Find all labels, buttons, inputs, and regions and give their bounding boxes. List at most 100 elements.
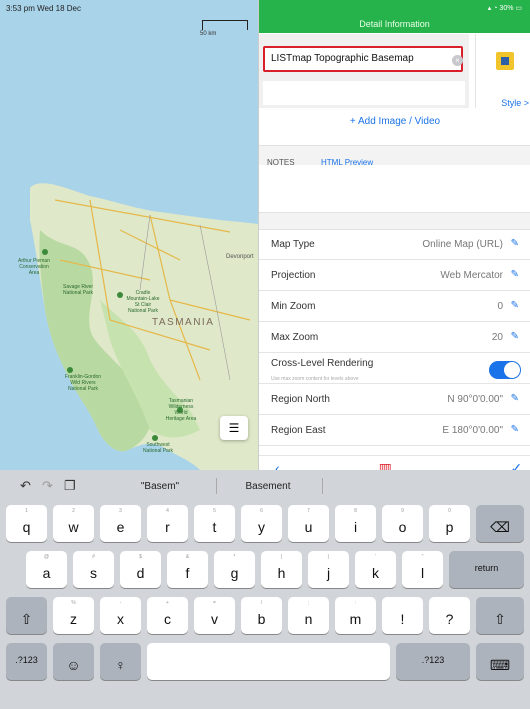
key-char: u (304, 519, 313, 535)
numbers-key-right[interactable]: .?123 (396, 643, 470, 680)
key-s[interactable]: # s (73, 551, 114, 588)
panel-title: Detail Information (359, 19, 430, 29)
name-input[interactable]: LISTmap Topographic Basemap (263, 46, 463, 72)
notes-textarea[interactable] (259, 166, 530, 212)
clear-icon[interactable]: × (452, 55, 463, 66)
backspace-icon: ⌫ (490, 519, 510, 535)
key-char: s (90, 565, 97, 581)
key-z[interactable]: % z (53, 597, 94, 634)
key-r[interactable]: 4r (147, 505, 188, 542)
key-hint: @ (43, 554, 50, 560)
row-label: Region North (271, 394, 330, 405)
key-hint: 4 (166, 508, 169, 514)
key-i[interactable]: 8i (335, 505, 376, 542)
map-scale-bar (202, 20, 248, 30)
key-v[interactable]: = v (194, 597, 235, 634)
key-u[interactable]: 7u (288, 505, 329, 542)
key-h[interactable]: (h (261, 551, 302, 588)
key-char: p (445, 519, 454, 535)
row-projection[interactable]: Projection Web Mercator ✎ (259, 261, 530, 291)
key-hint: * (233, 554, 236, 560)
key-b[interactable]: / b (241, 597, 282, 634)
key-a[interactable]: @ a (26, 551, 67, 588)
key-y[interactable]: 6y (241, 505, 282, 542)
key-hint: + (166, 600, 169, 606)
add-image-video-button[interactable]: + Add Image / Video (259, 116, 530, 127)
key-o[interactable]: 9o (382, 505, 423, 542)
row-label: Min Zoom (271, 301, 316, 312)
key-e[interactable]: 3e (100, 505, 141, 542)
key-exclamation[interactable]: ! (382, 597, 423, 634)
clipboard-icon[interactable]: ❐ (64, 478, 76, 494)
edit-icon[interactable]: ✎ (511, 393, 519, 404)
redo-icon[interactable]: ↷ (42, 478, 53, 494)
shift-key-left[interactable]: ⇧ (6, 597, 47, 634)
suggestion-2[interactable]: Basement (218, 481, 318, 492)
key-f[interactable]: & f (167, 551, 208, 588)
suggestion-divider (322, 478, 323, 494)
key-c[interactable]: + c (147, 597, 188, 634)
suggestion-1[interactable]: "Basem" (110, 481, 210, 492)
name-section: LISTmap Topographic Basemap (259, 34, 469, 108)
undo-icon[interactable]: ↶ (20, 478, 31, 494)
dictation-key[interactable]: ♀ (100, 643, 141, 680)
edit-icon[interactable]: ✎ (511, 331, 519, 342)
layers-button[interactable]: ☰ (220, 416, 248, 440)
backspace-key[interactable]: ⌫ (476, 505, 524, 542)
key-k[interactable]: ' k (355, 551, 396, 588)
map-label-southwest: Southwest National Park (142, 442, 173, 454)
key-hint: ; (307, 600, 310, 606)
key-char: w (68, 519, 79, 535)
edit-icon[interactable]: ✎ (511, 238, 519, 249)
key-m[interactable]: :m (335, 597, 376, 634)
row-sublabel: Use max zoom content for levels above (271, 376, 359, 382)
row-value: Online Map (URL) (422, 239, 503, 250)
key-x[interactable]: -x (100, 597, 141, 634)
row-min-zoom[interactable]: Min Zoom 0 ✎ (259, 292, 530, 322)
map-view[interactable]: 3:53 pm Wed 18 Dec 50 km Arthur Pieman C… (0, 0, 258, 470)
row-map-type[interactable]: Map Type Online Map (URL) ✎ (259, 230, 530, 260)
description-input[interactable] (263, 81, 465, 105)
return-key[interactable]: return (449, 551, 524, 588)
row-region-north[interactable]: Region North N 90°0'0.00" ✎ (259, 385, 530, 415)
key-g[interactable]: * g (214, 551, 255, 588)
map-label-conservation: Arthur Pieman Conservation Area (18, 258, 50, 276)
key-t[interactable]: 5t (194, 505, 235, 542)
style-button[interactable]: Style > (475, 34, 530, 108)
key-d[interactable]: $ d (120, 551, 161, 588)
row-value: Web Mercator (440, 270, 503, 281)
edit-icon[interactable]: ✎ (511, 269, 519, 280)
key-question[interactable]: ? (429, 597, 470, 634)
key-w[interactable]: 2w (53, 505, 94, 542)
emoji-key[interactable]: ☺ (53, 643, 94, 680)
status-time-date: 3:53 pm Wed 18 Dec (6, 4, 82, 13)
key-char: z (70, 611, 77, 627)
row-value: N 90°0'0.00" (447, 394, 503, 405)
numbers-key-left[interactable]: .?123 (6, 643, 47, 680)
suggestion-bar: ↶ ↷ ❐ "Basem" Basement (0, 470, 530, 503)
key-q[interactable]: 1q (6, 505, 47, 542)
key-l[interactable]: " l (402, 551, 443, 588)
key-p[interactable]: 0p (429, 505, 470, 542)
notes-tabs: NOTES HTML Preview (259, 145, 530, 167)
row-max-zoom[interactable]: Max Zoom 20 ✎ (259, 323, 530, 353)
edit-icon[interactable]: ✎ (511, 300, 519, 311)
onscreen-keyboard: ↶ ↷ ❐ "Basem" Basement 1q 2w 3e 4r 5t 6y… (0, 470, 530, 709)
cross-level-toggle[interactable] (489, 361, 521, 379)
shift-key-right[interactable]: ⇧ (476, 597, 524, 634)
space-key[interactable] (147, 643, 390, 680)
style-link[interactable]: Style > (501, 98, 529, 108)
key-char: g (230, 565, 239, 581)
map-label-wilderness: Tasmanian Wilderness World Heritage Area (165, 398, 197, 422)
key-char: e (116, 519, 125, 535)
section-divider (259, 212, 530, 230)
row-region-east[interactable]: Region East E 180°0'0.00" ✎ (259, 416, 530, 446)
key-char: j (326, 565, 331, 581)
key-n[interactable]: ; n (288, 597, 329, 634)
key-char: d (136, 565, 145, 581)
key-j[interactable]: ) j (308, 551, 349, 588)
map-label-devonport: Devonport (226, 254, 254, 260)
hide-keyboard-key[interactable]: ⌨ (476, 643, 524, 680)
edit-icon[interactable]: ✎ (511, 424, 519, 435)
shift-icon: ⇧ (20, 611, 33, 627)
